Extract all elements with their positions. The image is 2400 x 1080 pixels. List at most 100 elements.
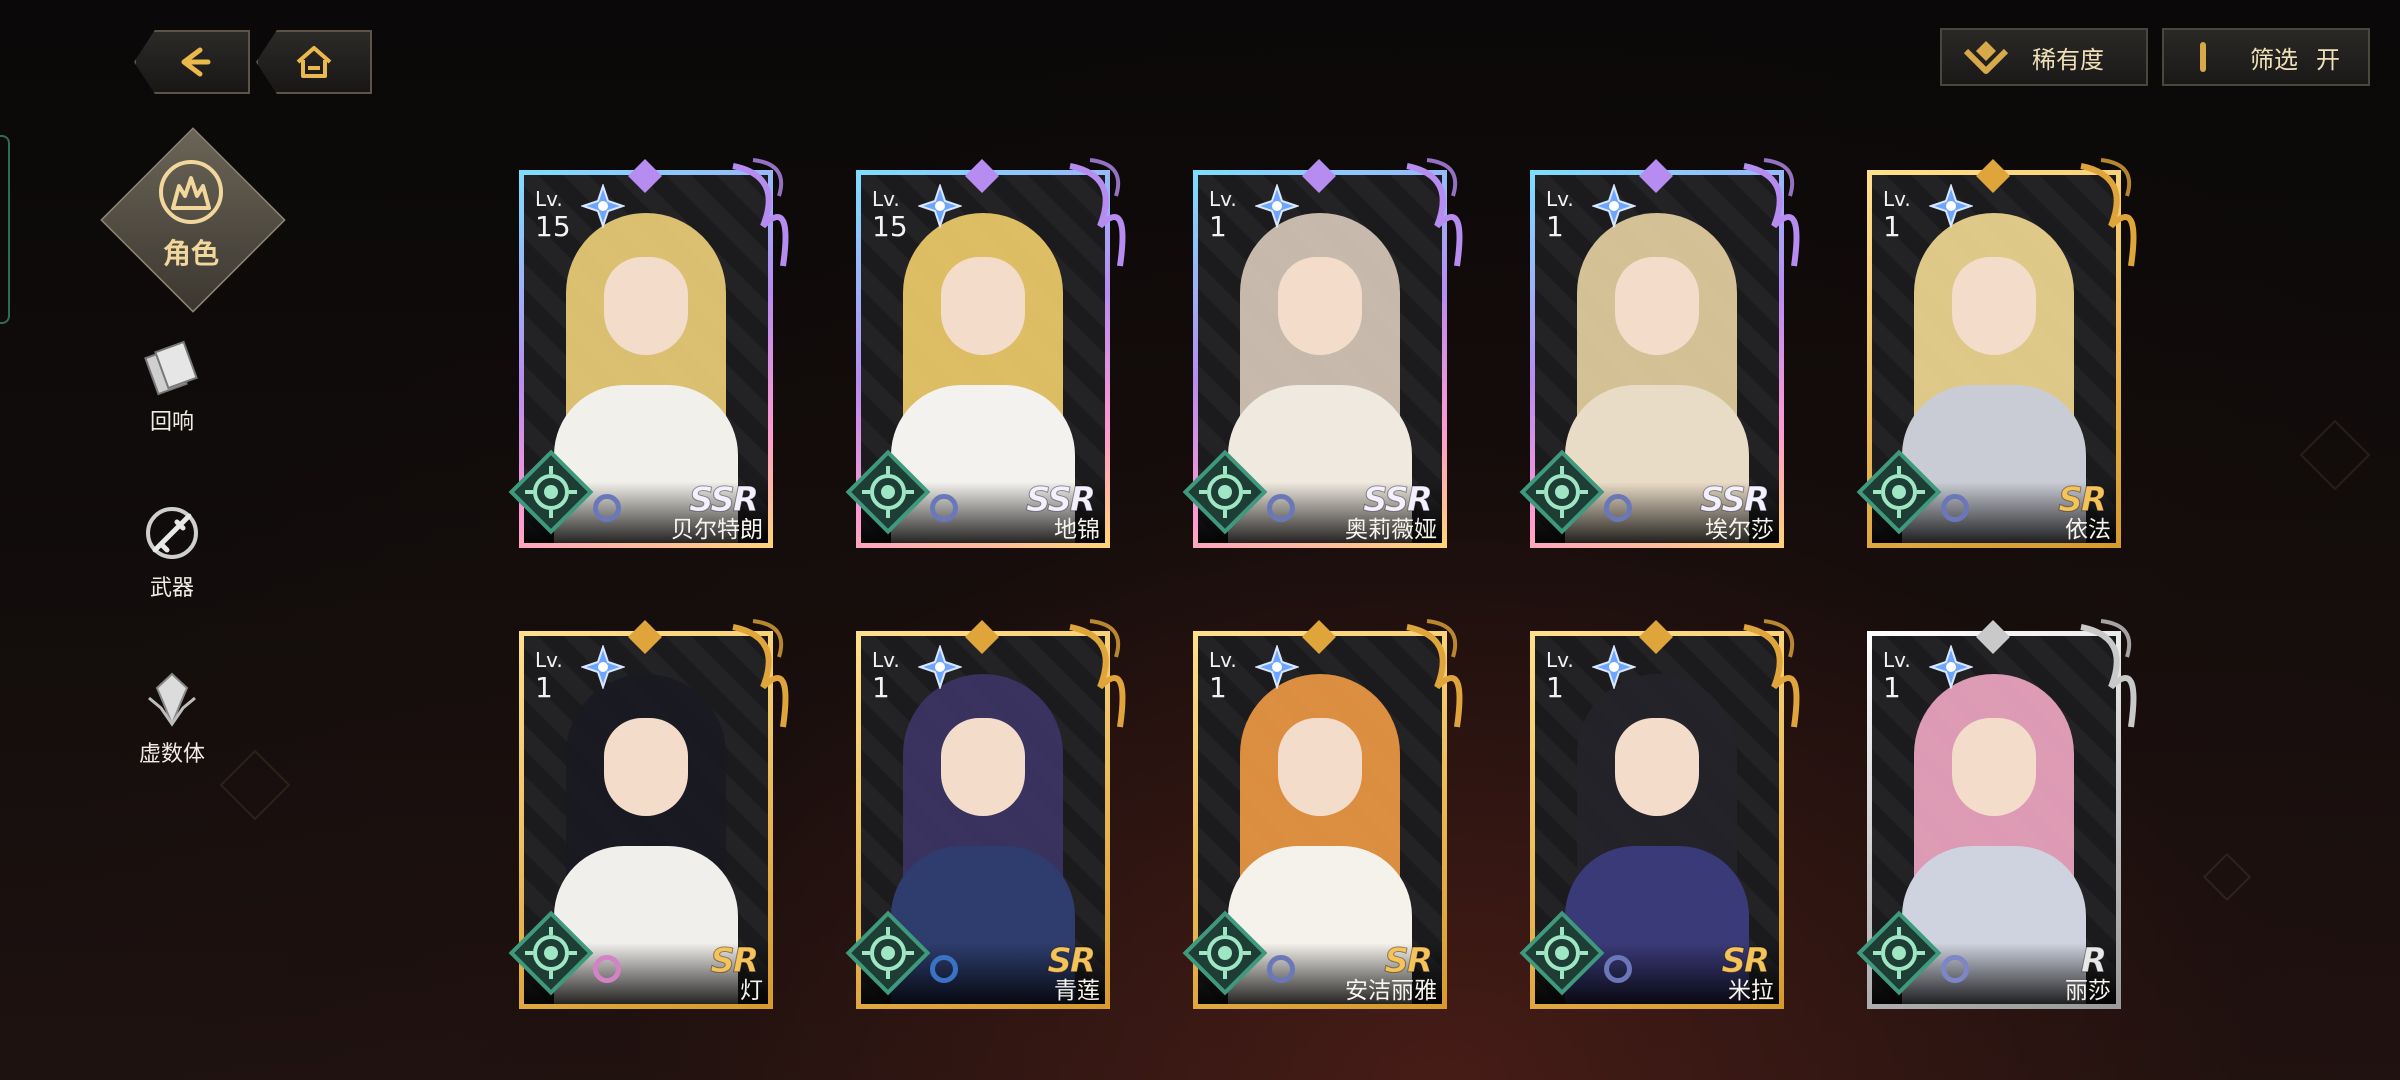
frame-flourish: [1406, 158, 1463, 267]
character-name: 依法: [2065, 517, 2111, 543]
class-ring-icon: [593, 955, 621, 983]
character-icon: [159, 160, 223, 224]
level-value: 1: [1546, 210, 1564, 243]
level-star-icon: [1592, 645, 1636, 689]
character-card[interactable]: Lv. 1 SR 灯: [505, 619, 789, 1025]
character-card[interactable]: Lv. 1 SR 安洁丽雅: [1179, 619, 1463, 1025]
sort-chevron-icon: [1963, 41, 2009, 74]
weapon-icon: [146, 507, 198, 559]
level-value: 1: [1209, 210, 1227, 243]
level-value: 1: [872, 671, 890, 704]
level-prefix: Lv.: [1546, 187, 1574, 211]
element-icon: [1519, 910, 1605, 996]
frame-flourish: [1069, 158, 1126, 267]
character-name: 丽莎: [2065, 978, 2111, 1004]
back-button[interactable]: [134, 30, 250, 94]
element-icon: [1182, 449, 1268, 535]
level-star-icon: [1255, 184, 1299, 228]
level-value: 15: [872, 210, 908, 243]
class-ring-icon: [930, 494, 958, 522]
sidebar-item-character[interactable]: 角色: [100, 118, 286, 318]
character-card[interactable]: Lv. 1 SR 青莲: [842, 619, 1126, 1025]
echo-card-icon: [144, 340, 198, 396]
element-icon: [508, 910, 594, 996]
frame-flourish: [1406, 619, 1463, 728]
level-value: 1: [1546, 671, 1564, 704]
class-ring-icon: [1941, 955, 1969, 983]
frame-flourish: [1069, 619, 1126, 728]
home-button[interactable]: [256, 30, 372, 94]
level-star-icon: [918, 645, 962, 689]
frame-flourish: [1743, 619, 1800, 728]
sidebar-item-echo[interactable]: 回响: [120, 336, 224, 436]
sort-rarity-button[interactable]: 稀有度: [1940, 28, 2148, 86]
character-card[interactable]: Lv. 15 SSR 地锦: [842, 158, 1126, 564]
sidebar-item-label: 虚数体: [138, 742, 205, 767]
level-prefix: Lv.: [1883, 648, 1911, 672]
class-ring-icon: [1604, 494, 1632, 522]
sidebar-item-imaginary[interactable]: 虚数体: [120, 668, 224, 768]
level-value: 1: [535, 671, 553, 704]
element-icon: [845, 910, 931, 996]
element-icon: [1856, 449, 1942, 535]
character-name: 埃尔莎: [1705, 517, 1774, 543]
level-prefix: Lv.: [1883, 187, 1911, 211]
level-star-icon: [581, 184, 625, 228]
character-name: 奥莉薇娅: [1345, 517, 1437, 543]
frame-flourish: [1743, 158, 1800, 267]
filter-label: 筛选: [2250, 45, 2298, 74]
level-star-icon: [1255, 645, 1299, 689]
character-card[interactable]: Lv. 1 SR 米拉: [1516, 619, 1800, 1025]
element-icon: [845, 449, 931, 535]
level-prefix: Lv.: [872, 187, 900, 211]
character-card[interactable]: Lv. 1 SR 依法: [1853, 158, 2137, 564]
sidebar-item-label: 武器: [149, 576, 194, 601]
frame-flourish: [732, 158, 789, 267]
element-icon: [1182, 910, 1268, 996]
character-card[interactable]: Lv. 1 SSR 奥莉薇娅: [1179, 158, 1463, 564]
level-prefix: Lv.: [1209, 187, 1237, 211]
filter-state: 开: [2316, 45, 2340, 74]
sort-label: 稀有度: [2032, 45, 2104, 74]
level-value: 1: [1883, 671, 1901, 704]
frame-flourish: [2080, 619, 2137, 728]
filter-toggle-button[interactable]: 筛选 开: [2162, 28, 2370, 86]
level-prefix: Lv.: [535, 648, 563, 672]
class-ring-icon: [593, 494, 621, 522]
element-icon: [508, 449, 594, 535]
level-prefix: Lv.: [1209, 648, 1237, 672]
sidebar-edge: [0, 135, 10, 324]
level-star-icon: [581, 645, 625, 689]
class-ring-icon: [1267, 494, 1295, 522]
back-arrow-icon: [181, 47, 211, 77]
character-name: 米拉: [1728, 978, 1774, 1004]
frame-flourish: [2080, 158, 2137, 267]
element-icon: [1519, 449, 1605, 535]
level-star-icon: [918, 184, 962, 228]
level-star-icon: [1592, 184, 1636, 228]
level-star-icon: [1929, 645, 1973, 689]
level-prefix: Lv.: [872, 648, 900, 672]
level-prefix: Lv.: [535, 187, 563, 211]
sidebar-item-label: 回响: [149, 410, 194, 435]
character-name: 安洁丽雅: [1345, 978, 1437, 1004]
filter-indicator-bar: [2200, 42, 2206, 72]
character-name: 灯: [740, 978, 763, 1004]
frame-flourish: [732, 619, 789, 728]
character-name: 贝尔特朗: [671, 517, 763, 543]
home-icon: [296, 46, 332, 78]
level-prefix: Lv.: [1546, 648, 1574, 672]
element-icon: [1856, 910, 1942, 996]
character-name: 青莲: [1054, 978, 1100, 1004]
sidebar-item-weapon[interactable]: 武器: [120, 502, 224, 602]
character-card[interactable]: Lv. 1 R 丽莎: [1853, 619, 2137, 1025]
class-ring-icon: [1267, 955, 1295, 983]
class-ring-icon: [1941, 494, 1969, 522]
level-star-icon: [1929, 184, 1973, 228]
character-card[interactable]: Lv. 15 SSR 贝尔特朗: [505, 158, 789, 564]
level-value: 15: [535, 210, 571, 243]
character-card[interactable]: Lv. 1 SSR 埃尔莎: [1516, 158, 1800, 564]
level-value: 1: [1883, 210, 1901, 243]
imaginary-body-icon: [148, 672, 196, 727]
class-ring-icon: [930, 955, 958, 983]
